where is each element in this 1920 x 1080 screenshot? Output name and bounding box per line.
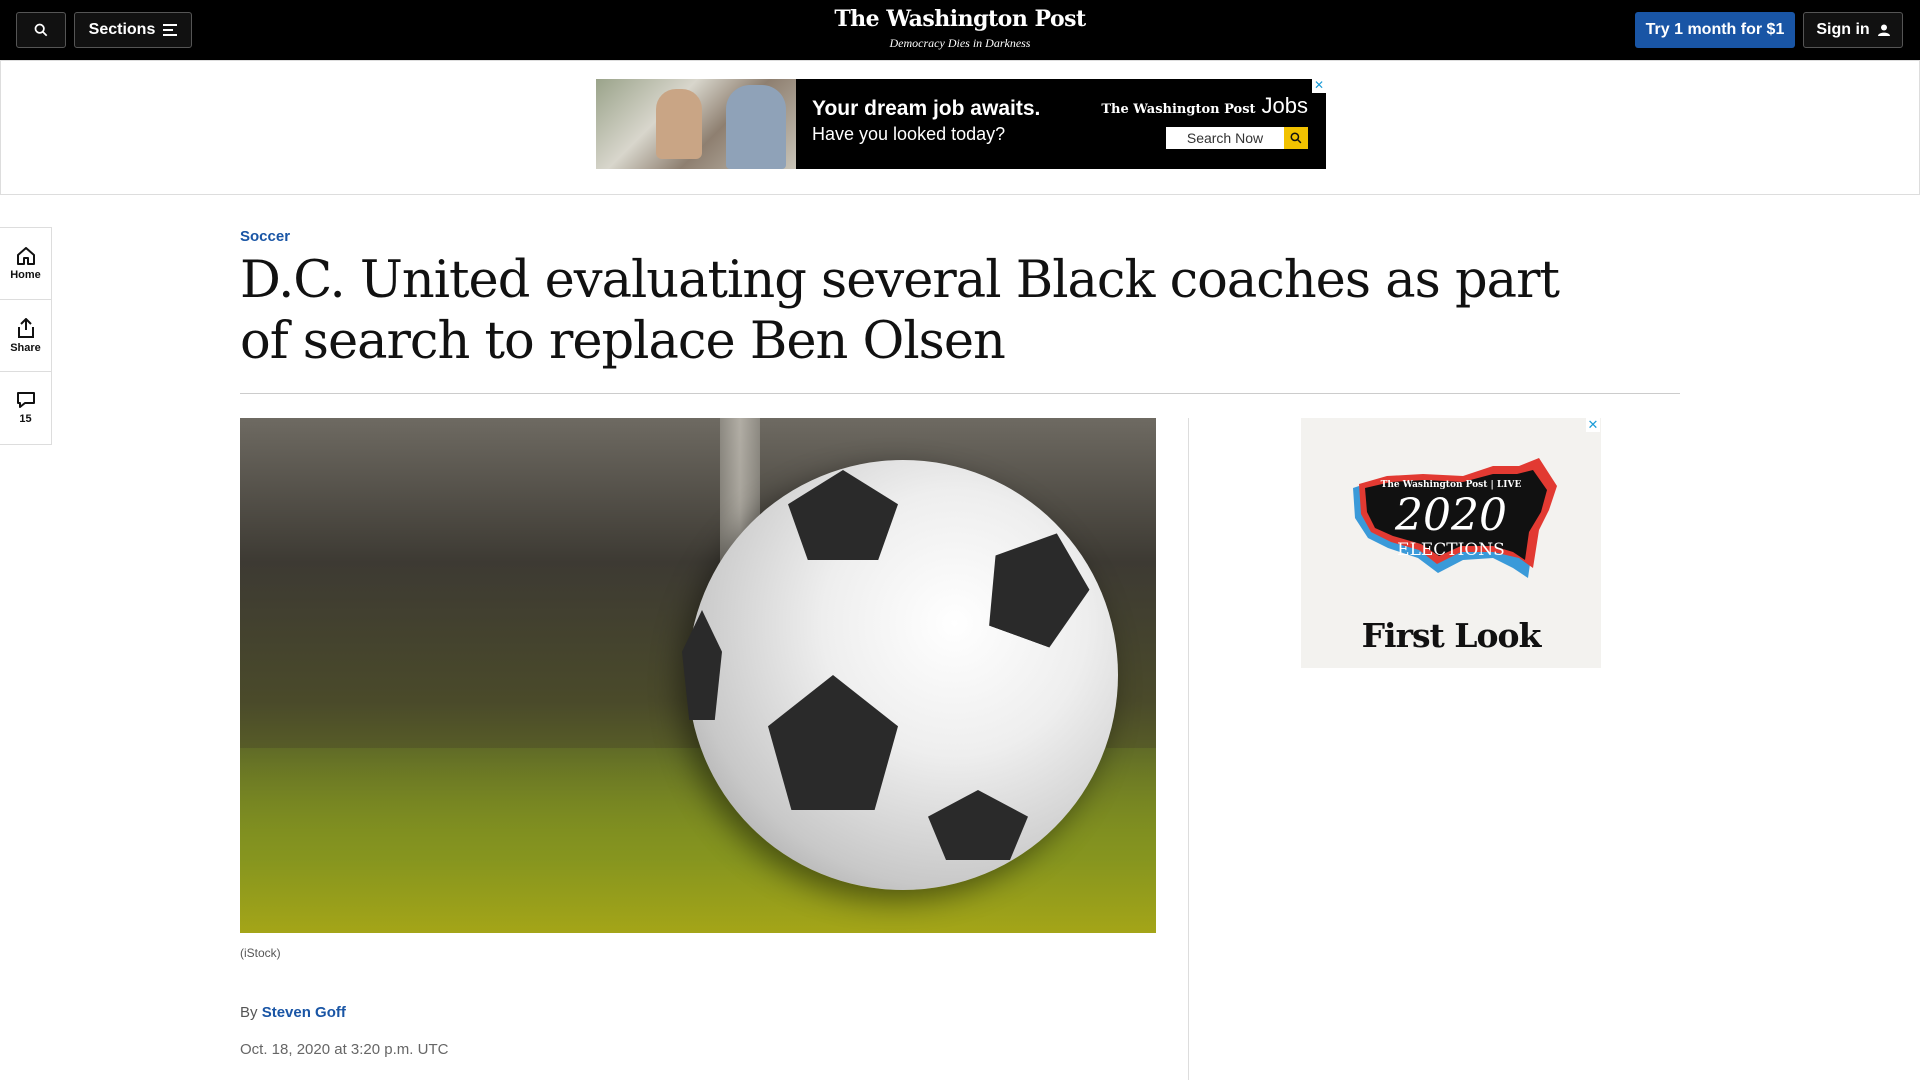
left-action-rail: Home Share 15 xyxy=(0,227,52,445)
article-headline: D.C. United evaluating several Black coa… xyxy=(240,251,1560,371)
ball-panel-shape xyxy=(788,470,898,560)
rail-home-label: Home xyxy=(10,268,41,281)
share-icon xyxy=(17,317,34,338)
ad-brand-logo: The Washington Post xyxy=(1101,102,1256,117)
site-logo[interactable]: The Washington Post xyxy=(760,6,1160,32)
ad-photo xyxy=(596,79,796,169)
sign-in-label: Sign in xyxy=(1816,21,1870,38)
ad-photo-person xyxy=(726,85,786,169)
top-ad-band: Your dream job awaits. Have you looked t… xyxy=(0,60,1920,195)
sections-button[interactable]: Sections xyxy=(74,12,192,48)
byline: By Steven Goff xyxy=(240,1004,346,1021)
elections-ad-subtitle: First Look xyxy=(1361,616,1542,655)
ad-search-now[interactable]: Search Now xyxy=(1166,127,1308,149)
rail-share-label: Share xyxy=(10,341,41,354)
home-icon xyxy=(16,246,35,265)
ad-close-icon[interactable]: ✕ xyxy=(1312,79,1326,93)
elections-ad[interactable]: The Washington Post | LIVE 2020 ELECTION… xyxy=(1301,418,1601,668)
publish-date: Oct. 18, 2020 at 3:20 p.m. UTC xyxy=(240,1041,449,1058)
rail-share-button[interactable]: Share xyxy=(0,300,51,372)
column-divider xyxy=(1188,418,1189,1080)
ad-search-now-label[interactable]: Search Now xyxy=(1166,127,1284,149)
elections-ad-brand: The Washington Post | LIVE xyxy=(1380,480,1522,490)
elections-ad-title: ELECTIONS xyxy=(1397,540,1505,560)
headline-divider xyxy=(240,393,1680,394)
rail-comments-count: 15 xyxy=(19,413,32,425)
ad-brand-jobs: Jobs xyxy=(1261,93,1308,118)
menu-icon xyxy=(163,24,178,36)
ad-headline: Your dream job awaits. xyxy=(812,97,1041,120)
side-ad-close-icon[interactable]: ✕ xyxy=(1586,418,1600,432)
ad-brand: The Washington Post Jobs xyxy=(1101,93,1308,119)
sections-label: Sections xyxy=(88,21,156,38)
rail-comments-button[interactable]: 15 xyxy=(0,372,51,444)
ad-subline: Have you looked today? xyxy=(812,124,1006,144)
author-link[interactable]: Steven Goff xyxy=(262,1004,346,1021)
comment-icon xyxy=(16,392,35,408)
subscribe-button[interactable]: Try 1 month for $1 xyxy=(1635,12,1795,48)
masthead[interactable]: The Washington Post Democracy Dies in Da… xyxy=(760,6,1160,51)
image-caption: (iStock) xyxy=(240,946,281,960)
top-nav-bar: Sections The Washington Post Democracy D… xyxy=(0,0,1920,60)
search-button[interactable] xyxy=(16,12,66,48)
user-icon xyxy=(1877,24,1890,36)
site-tagline: Democracy Dies in Darkness xyxy=(889,36,1031,50)
article-kicker[interactable]: Soccer xyxy=(240,228,290,245)
soccer-ball-shape xyxy=(682,460,1118,890)
ball-panel-shape xyxy=(972,516,1104,654)
ad-search-icon[interactable] xyxy=(1284,127,1308,149)
jobs-ad[interactable]: Your dream job awaits. Have you looked t… xyxy=(596,79,1326,169)
ball-panel-shape xyxy=(768,675,898,810)
sign-in-button[interactable]: Sign in xyxy=(1803,12,1903,48)
byline-prefix: By xyxy=(240,1004,258,1021)
elections-ad-year: 2020 xyxy=(1395,490,1507,541)
rail-home-button[interactable]: Home xyxy=(0,228,51,300)
lead-image[interactable] xyxy=(240,418,1156,933)
ad-photo-person xyxy=(656,89,702,159)
search-icon xyxy=(34,23,48,37)
ball-panel-shape xyxy=(682,610,722,720)
ball-panel-shape xyxy=(928,790,1028,860)
ad-copy: Your dream job awaits. Have you looked t… xyxy=(796,79,1116,169)
